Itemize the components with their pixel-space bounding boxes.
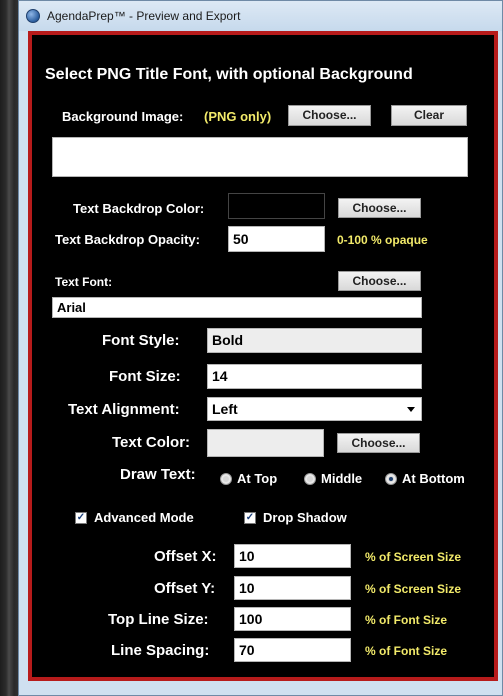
backdrop-opacity-input[interactable]: 50 (228, 226, 325, 252)
offset-x-input[interactable]: 10 (234, 544, 351, 568)
background-image-label: Background Image: (62, 109, 184, 124)
window-title: AgendaPrep™ - Preview and Export (47, 9, 241, 23)
draw-text-label: Draw Text: (120, 466, 196, 483)
backdrop-color-swatch[interactable] (228, 193, 325, 219)
drop-shadow-checkbox[interactable]: ✓ (244, 512, 256, 524)
backdrop-color-label: Text Backdrop Color: (73, 201, 205, 216)
font-size-label: Font Size: (109, 368, 181, 385)
text-font-label: Text Font: (55, 275, 113, 289)
text-font-choose-button[interactable]: Choose... (338, 271, 421, 291)
line-spacing-unit: % of Font Size (365, 644, 447, 658)
opacity-hint: 0-100 % opaque (337, 233, 428, 247)
app-icon (26, 9, 40, 23)
line-spacing-input[interactable]: 70 (234, 638, 351, 662)
offset-y-input[interactable]: 10 (234, 576, 351, 600)
offset-x-label: Offset X: (154, 548, 217, 565)
title-bar[interactable]: AgendaPrep™ - Preview and Export (19, 1, 502, 31)
offset-x-unit: % of Screen Size (365, 550, 462, 564)
advanced-mode-checkbox[interactable]: ✓ (75, 512, 87, 524)
backdrop-opacity-label: Text Backdrop Opacity: (55, 232, 200, 247)
settings-panel: Select PNG Title Font, with optional Bac… (28, 31, 498, 681)
background-choose-button[interactable]: Choose... (288, 105, 371, 126)
top-line-size-label: Top Line Size: (108, 611, 209, 628)
radio-at-bottom-label: At Bottom (402, 471, 465, 486)
backdrop-color-choose-button[interactable]: Choose... (338, 198, 421, 218)
offset-y-unit: % of Screen Size (365, 582, 462, 596)
top-line-size-unit: % of Font Size (365, 613, 447, 627)
text-font-field[interactable]: Arial (52, 297, 422, 318)
text-color-label: Text Color: (112, 434, 191, 451)
radio-middle[interactable] (304, 473, 316, 485)
drop-shadow-label: Drop Shadow (263, 510, 347, 525)
radio-middle-label: Middle (321, 471, 363, 486)
text-color-choose-button[interactable]: Choose... (337, 433, 420, 453)
text-alignment-label: Text Alignment: (68, 401, 180, 418)
text-alignment-value: Left (212, 401, 238, 417)
font-size-input[interactable]: 14 (207, 364, 422, 389)
png-only-hint: (PNG only) (204, 109, 272, 124)
text-alignment-dropdown[interactable]: Left (207, 397, 422, 421)
advanced-mode-label: Advanced Mode (94, 510, 194, 525)
radio-at-bottom[interactable] (385, 473, 397, 485)
offset-y-label: Offset Y: (154, 580, 216, 597)
panel-heading: Select PNG Title Font, with optional Bac… (45, 66, 413, 83)
radio-at-top-label: At Top (237, 471, 278, 486)
chevron-down-icon (407, 407, 415, 412)
font-style-label: Font Style: (102, 332, 180, 349)
background-clear-button[interactable]: Clear (391, 105, 467, 126)
top-line-size-input[interactable]: 100 (234, 607, 351, 631)
preview-export-window: AgendaPrep™ - Preview and Export Select … (18, 0, 503, 696)
line-spacing-label: Line Spacing: (111, 642, 210, 659)
text-color-swatch[interactable] (207, 429, 324, 457)
background-image-path[interactable] (52, 137, 468, 177)
font-style-field[interactable]: Bold (207, 328, 422, 353)
radio-at-top[interactable] (220, 473, 232, 485)
